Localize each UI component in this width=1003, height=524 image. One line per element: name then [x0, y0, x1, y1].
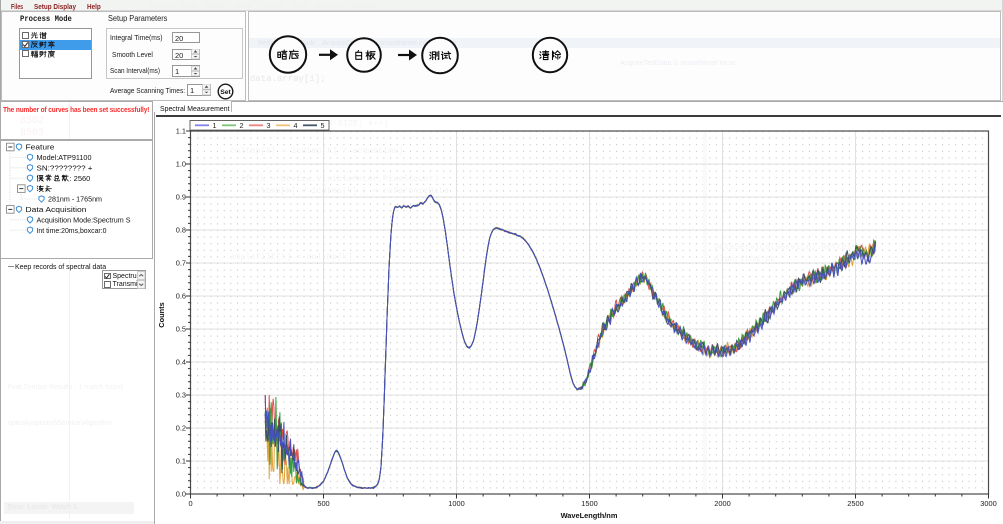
- svg-text:Model:ATP91100: Model:ATP91100: [37, 153, 92, 162]
- svg-text:Acquisition Mode:Spectrum S: Acquisition Mode:Spectrum S: [37, 215, 131, 224]
- svg-text:Data Acquisition: Data Acquisition: [26, 205, 87, 214]
- svg-text:0.4: 0.4: [176, 358, 186, 367]
- svg-text:2: 2: [240, 121, 244, 130]
- svg-text:coltmp[k] = icdtmp[k] / acquat: coltmp[k] = icdtmp[k] / acquatime): [230, 146, 403, 156]
- svg-text:0.1: 0.1: [176, 457, 186, 466]
- svg-text:0.9: 0.9: [176, 193, 186, 202]
- svg-text:2500: 2500: [847, 499, 863, 508]
- svg-text:0.8: 0.8: [176, 226, 186, 235]
- svg-text:0: 0: [188, 499, 192, 508]
- svg-text:WaveLength/nm: WaveLength/nm: [561, 511, 618, 520]
- svg-text:500: 500: [317, 499, 329, 508]
- svg-text:1: 1: [213, 121, 217, 130]
- svg-text:1000: 1000: [448, 499, 464, 508]
- svg-text:4: 4: [294, 121, 298, 130]
- svg-text:281nm - 1765nm: 281nm - 1765nm: [48, 195, 102, 204]
- svg-text:: 2560: : 2560: [70, 174, 91, 183]
- svg-text:0.7: 0.7: [176, 259, 186, 268]
- svg-text:1.0: 1.0: [176, 160, 186, 169]
- svg-text:3: 3: [267, 121, 271, 130]
- svg-text:0.5: 0.5: [176, 325, 186, 334]
- svg-text:Int time:20ms,boxcar:0: Int time:20ms,boxcar:0: [37, 226, 107, 235]
- svg-text:0.3: 0.3: [176, 391, 186, 400]
- svg-text:1500: 1500: [581, 499, 597, 508]
- svg-text:Feature: Feature: [26, 143, 55, 152]
- svg-text:if (k > Device.VisibleMeter,Pi: if (k > Device.VisibleMeter,PixelCount): [240, 174, 439, 184]
- svg-text:0.0: 0.0: [176, 490, 186, 499]
- svg-text:3000: 3000: [980, 499, 996, 508]
- svg-text:5: 5: [321, 121, 325, 130]
- svg-text:SN:???????? +: SN:???????? +: [37, 163, 94, 172]
- svg-text:1.1: 1.1: [176, 127, 186, 136]
- svg-text:0.6: 0.6: [176, 292, 186, 301]
- svg-text:2000: 2000: [714, 499, 730, 508]
- svg-text:0.2: 0.2: [176, 424, 186, 433]
- svg-text:amplafilt[k] = coltmp[k]: amplafilt[k] = coltmp[k]: [230, 252, 352, 262]
- svg-text:Counts: Counts: [157, 302, 166, 327]
- svg-text:}: }: [196, 218, 201, 228]
- svg-text:coltmp[k] = icdtmp[k] | < refe: coltmp[k] = icdtmp[k] | < referenceData: [250, 186, 449, 196]
- svg-text:Set: Set: [220, 89, 231, 96]
